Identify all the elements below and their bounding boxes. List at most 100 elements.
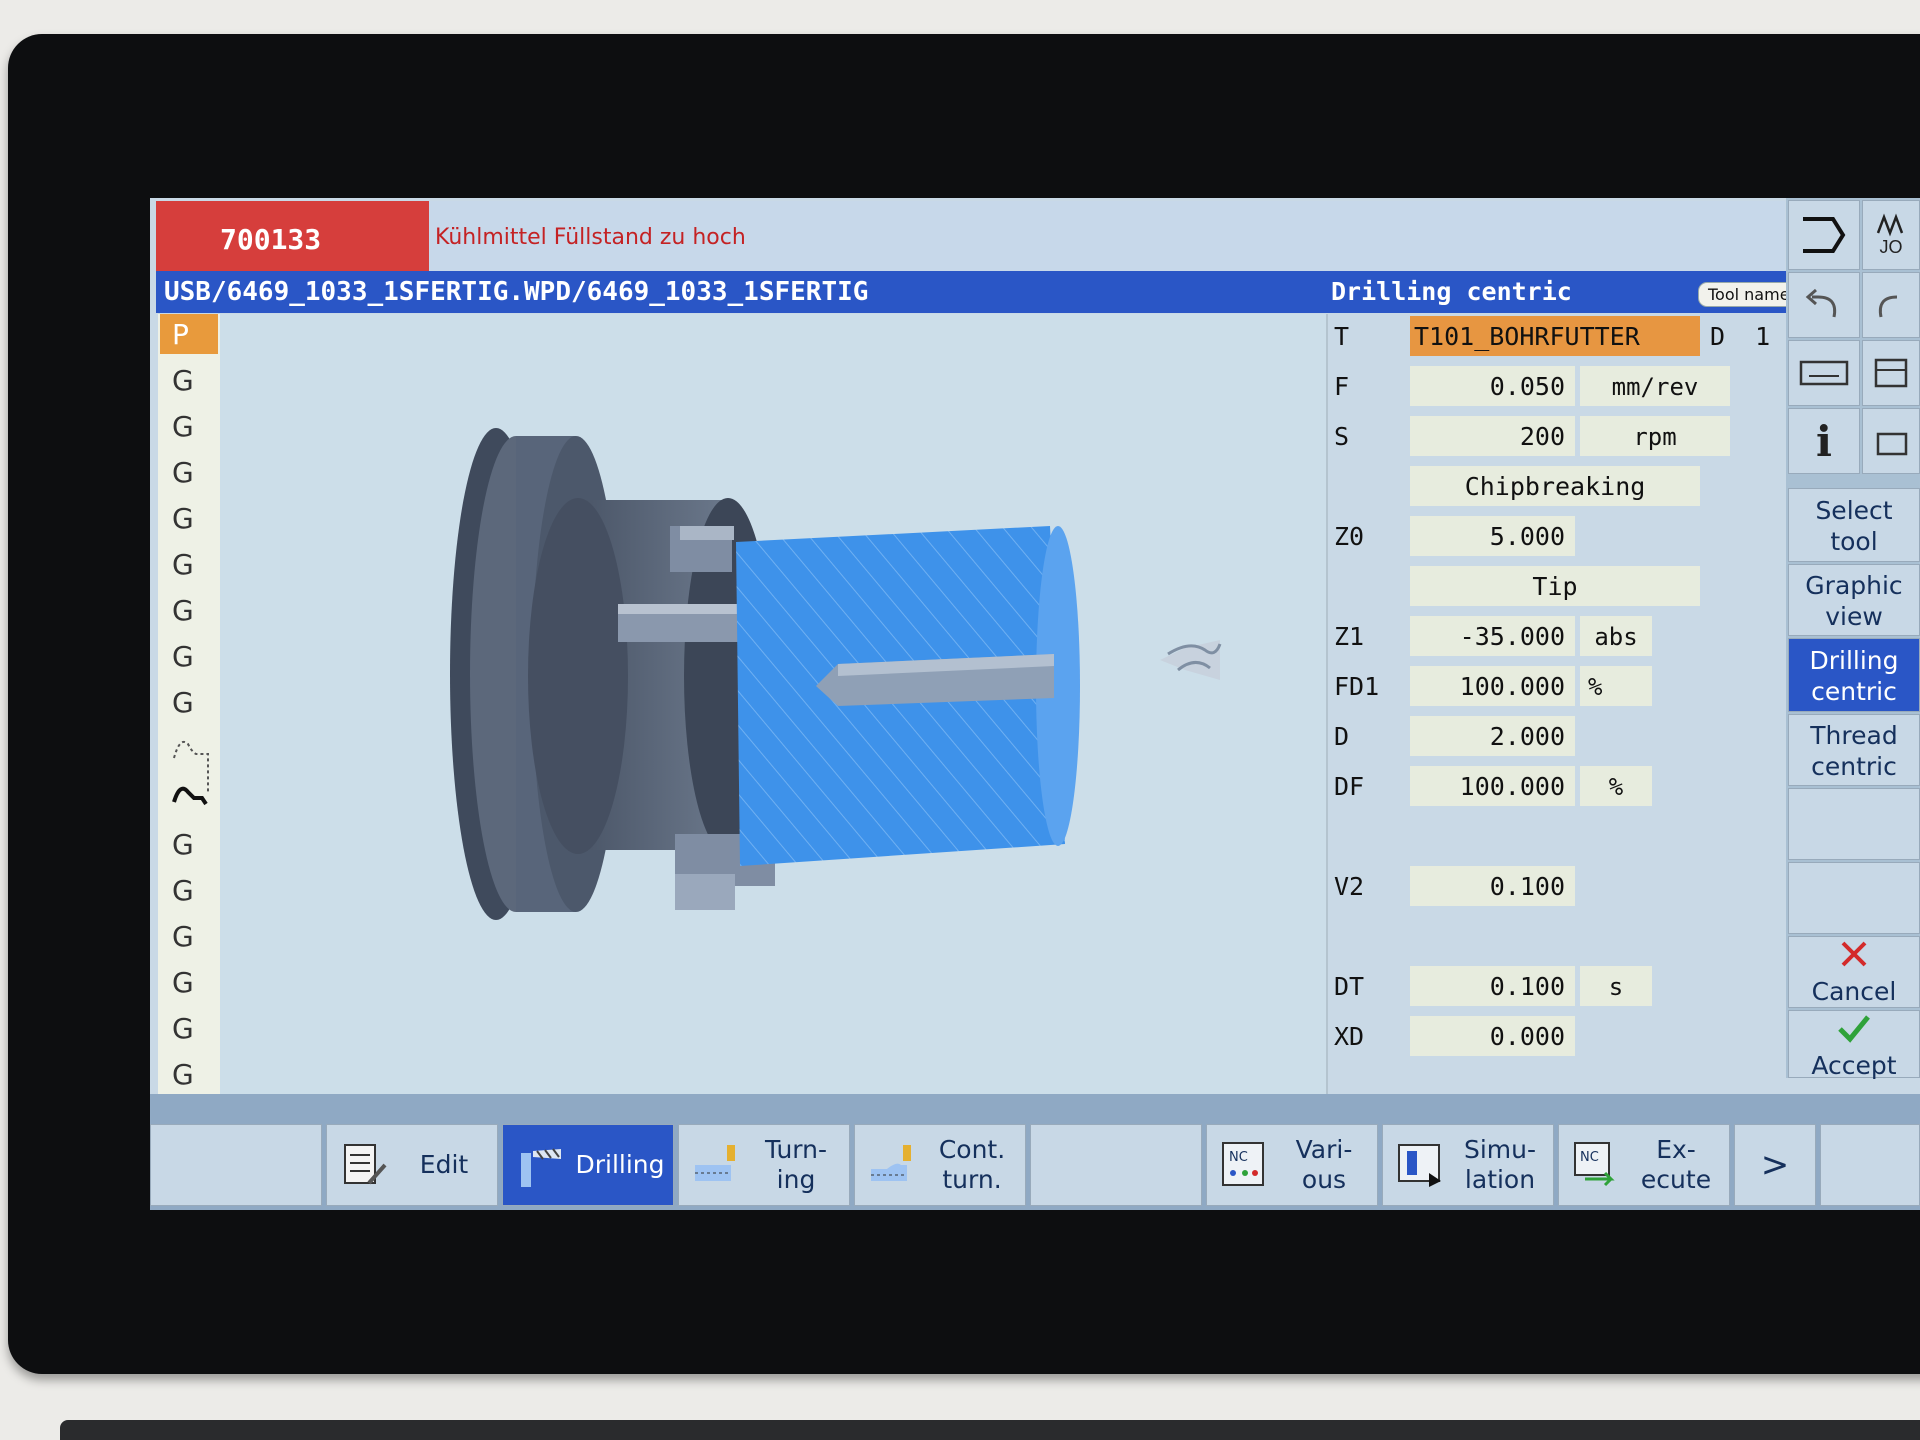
empty-softkey-1[interactable] [1788,788,1920,860]
nc-various-icon: NC [1222,1142,1264,1186]
dt-field[interactable]: 0.100 [1410,966,1575,1006]
alarm-number[interactable]: 700133 [156,201,429,271]
accept-button[interactable]: Accept [1788,1010,1920,1080]
undo-button[interactable] [1788,272,1860,338]
block-item[interactable]: G [160,590,218,630]
dt-unit[interactable]: s [1580,966,1652,1006]
fd1-field[interactable]: 100.000 [1410,666,1575,706]
cancel-x-icon [1841,941,1867,967]
simulation-label-2: lation [1464,1165,1536,1194]
block-item[interactable]: G [160,1054,218,1094]
d-depth-field[interactable]: 2.000 [1410,716,1575,756]
block-item[interactable]: G [160,682,218,722]
v2-field[interactable]: 0.100 [1410,866,1575,906]
block-item[interactable]: G [160,1008,218,1048]
block-item[interactable]: G [160,962,218,1002]
vertical-softkey-bar: JO i Select tool Graphic view Drilling c… [1786,198,1920,1080]
window-button[interactable] [1862,408,1920,474]
execute-softkey[interactable]: NC Ex-ecute [1558,1124,1730,1206]
block-item[interactable]: G [160,452,218,492]
nc-icon-text: NC [1580,1150,1599,1165]
df-unit[interactable]: % [1580,766,1652,806]
block-item[interactable]: G [160,916,218,956]
z0-field[interactable]: 5.000 [1410,516,1575,556]
edit-softkey[interactable]: Edit [326,1124,498,1206]
various-softkey[interactable]: NC Vari-ous [1206,1124,1378,1206]
feed-field[interactable]: 0.050 [1410,366,1575,406]
fd1-unit[interactable]: % [1580,666,1652,706]
xd-field[interactable]: 0.000 [1410,1016,1575,1056]
block-item[interactable]: G [160,498,218,538]
contour-block-icon[interactable] [170,732,214,822]
feed-unit-toggle[interactable]: mm/rev [1580,366,1730,406]
window-icon [1876,432,1908,456]
accept-check-icon [1838,1015,1870,1043]
cancel-button[interactable]: Cancel [1788,936,1920,1008]
param-row-FD1: FD1 100.000 % [1328,664,1788,708]
various-label-1: Vari- [1295,1135,1353,1164]
edit-label: Edit [419,1150,469,1179]
block-item[interactable]: G [160,870,218,910]
edit-icon [344,1144,387,1185]
drilling-centric-label-2: centric [1811,677,1897,706]
horizontal-softkey-bar: Edit Drilling Turn-ing Cont. turn. NC Var… [150,1094,1920,1210]
drilling-centric-label-1: Drilling [1809,646,1899,675]
block-item[interactable]: G [160,406,218,446]
param-label: V2 [1334,872,1365,901]
empty-horizontal-softkey[interactable] [150,1124,322,1206]
redo-button[interactable] [1862,272,1920,338]
block-item[interactable]: G [160,360,218,400]
depth-reference-toggle[interactable]: Tip [1410,566,1700,606]
param-row-Z1: Z1 -35.000 abs [1328,614,1788,658]
more-softkeys-button[interactable]: > [1734,1124,1816,1206]
cycle-title: Drilling centric [1331,277,1572,306]
empty-horizontal-softkey-3[interactable] [1820,1124,1920,1206]
d-value: 1 [1755,322,1771,351]
spindle-speed-field[interactable]: 200 [1410,416,1575,456]
recall-button[interactable] [1788,200,1860,270]
keyboard-button[interactable] [1788,340,1860,406]
param-label: T [1334,322,1350,351]
info-button[interactable]: i [1788,408,1860,474]
jog-mode-button[interactable]: JO [1862,200,1920,270]
contour-turning-softkey[interactable]: Cont. turn. [854,1124,1026,1206]
simulation-softkey[interactable]: Simu-lation [1382,1124,1554,1206]
z1-field[interactable]: -35.000 [1410,616,1575,656]
calculator-button[interactable] [1862,340,1920,406]
d-number[interactable]: D 1 [1710,322,1770,351]
panel-edge [60,1420,1920,1440]
param-label: FD1 [1334,672,1380,701]
workpiece-graphic [220,314,1458,1094]
block-item[interactable]: G [160,824,218,864]
graphic-view-label-2: view [1825,602,1883,631]
jog-label: JO [1879,236,1903,257]
turning-softkey[interactable]: Turn-ing [678,1124,850,1206]
recall-icon [1803,217,1846,253]
block-item[interactable]: G [160,636,218,676]
undo-icon [1805,288,1837,318]
z1-mode-toggle[interactable]: abs [1580,616,1652,656]
df-field[interactable]: 100.000 [1410,766,1575,806]
speed-unit-toggle[interactable]: rpm [1580,416,1730,456]
empty-horizontal-softkey-2[interactable] [1030,1124,1202,1206]
select-tool-button[interactable]: Select tool [1788,488,1920,562]
thread-centric-label-1: Thread [1810,721,1898,750]
drill-tool [1160,640,1222,680]
block-item[interactable]: P [160,314,218,354]
empty-softkey-2[interactable] [1788,862,1920,934]
drilling-softkey[interactable]: Drilling [502,1124,674,1206]
param-label: Z0 [1334,522,1365,551]
calculator-icon [1874,358,1908,388]
machining-mode-toggle[interactable]: Chipbreaking [1410,466,1700,506]
thread-centric-button[interactable]: Thread centric [1788,714,1920,786]
various-label-2: ous [1301,1165,1347,1194]
block-item[interactable]: G [160,544,218,584]
param-row-DT: DT 0.100 s [1328,964,1788,1008]
cycle-parameter-form: T T101_BOHRFUTTER D 1 F 0.050 mm/rev S 2… [1326,314,1786,1094]
drilling-centric-button[interactable]: Drilling centric [1788,638,1920,712]
graphic-view-button[interactable]: Graphic view [1788,564,1920,636]
tool-name-tooltip: Tool name [1698,282,1800,307]
param-row-D: D 2.000 [1328,714,1788,758]
program-block-list: P G G G G G G G G G G G G G G [158,314,220,1094]
tool-name-field[interactable]: T101_BOHRFUTTER [1410,316,1700,356]
